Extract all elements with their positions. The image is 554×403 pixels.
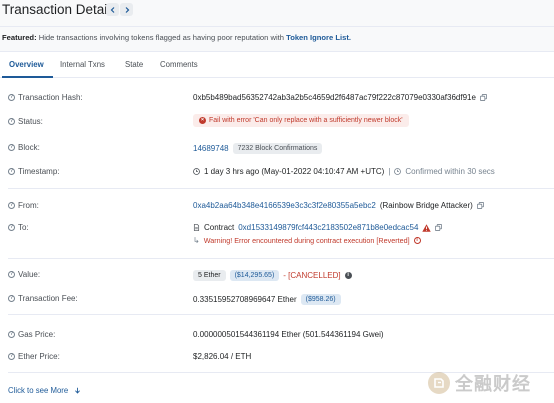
tx-hash-value: 0xb5b489bad56352742ab3a2b5c4659d2f6487ac… <box>193 93 476 102</box>
from-row: ? From: 0xa4b2aa64b348e4166539e3c3c3f2e8… <box>0 198 554 214</box>
contract-warning: Warning! Error encountered during contra… <box>203 236 410 245</box>
fee-row: ? Transaction Fee: 0.33515952708969647 E… <box>0 291 554 307</box>
tab-state[interactable]: State <box>125 60 143 69</box>
gas-price-label: Gas Price: <box>18 330 56 339</box>
fee-label: Transaction Fee: <box>18 294 78 303</box>
block-row: ? Block: 14689748 7232 Block Confirmatio… <box>0 140 554 156</box>
gas-price-row: ? Gas Price: 0.000000501544361194 Ether … <box>0 327 554 343</box>
help-icon[interactable]: ? <box>8 271 15 278</box>
section-divider <box>8 188 554 189</box>
timestamp-separator: | <box>388 167 391 176</box>
featured-banner: Featured: Hide transactions involving to… <box>2 33 351 42</box>
tab-bar: Overview Internal Txns State Comments <box>0 52 554 78</box>
timestamp-row: ? Timestamp: 1 day 3 hrs ago (May-01-202… <box>0 164 554 180</box>
help-icon[interactable]: ? <box>8 224 15 231</box>
featured-text: Hide transactions involving tokens flagg… <box>38 33 284 42</box>
value-usd-badge: ($14,295.65) <box>229 270 280 281</box>
ether-price-label: Ether Price: <box>18 352 60 361</box>
error-x-icon: × <box>199 117 206 124</box>
from-label: From: <box>18 201 39 210</box>
timestamp-label: Timestamp: <box>18 167 60 176</box>
block-confirmations-badge: 7232 Block Confirmations <box>232 143 323 154</box>
help-icon[interactable]: ? <box>8 202 15 209</box>
watermark-logo-icon <box>434 378 444 388</box>
copy-icon[interactable] <box>476 202 484 209</box>
warning-arrow-icon: ↳ <box>193 236 200 245</box>
to-label: To: <box>18 223 29 232</box>
confirmed-clock-icon <box>394 168 402 175</box>
block-label: Block: <box>18 143 40 152</box>
arrow-down-icon <box>75 387 81 394</box>
chevron-right-icon <box>125 6 129 13</box>
copy-icon[interactable] <box>435 224 443 231</box>
contract-file-icon <box>193 224 200 231</box>
section-divider <box>8 258 554 259</box>
clock-icon <box>193 168 200 175</box>
warning-info-icon: i <box>413 237 421 244</box>
watermark: 全融财经 <box>428 370 531 396</box>
value-label: Value: <box>18 270 41 279</box>
watermark-logo <box>428 372 450 394</box>
fee-usd-badge: ($958.26) <box>300 294 341 305</box>
help-icon[interactable]: ? <box>8 94 15 101</box>
info-icon[interactable]: i <box>344 272 352 279</box>
tab-internal-txns[interactable]: Internal Txns <box>60 60 105 69</box>
fee-value: 0.33515952708969647 Ether <box>193 295 297 304</box>
help-icon[interactable]: ? <box>8 144 15 151</box>
tab-overview[interactable]: Overview <box>9 60 44 69</box>
header-divider <box>0 26 554 27</box>
timestamp-value: 1 day 3 hrs ago (May-01-2022 04:10:47 AM… <box>204 167 385 176</box>
warning-triangle-icon <box>422 223 432 232</box>
copy-icon[interactable] <box>479 94 487 101</box>
help-icon[interactable]: ? <box>8 353 15 360</box>
block-number-link[interactable]: 14689748 <box>193 144 229 153</box>
to-contract-link[interactable]: 0xd1533149879fcf443c2183502e871b8e0edcac… <box>238 223 418 232</box>
status-badge: × Fail with error 'Can only replace with… <box>193 114 409 127</box>
gas-price-value: 0.000000501544361194 Ether (501.54436119… <box>193 330 384 339</box>
status-value: Fail with error 'Can only replace with a… <box>209 117 403 124</box>
previous-transaction-button[interactable] <box>106 3 119 16</box>
help-icon[interactable]: ? <box>8 295 15 302</box>
status-label: Status: <box>18 117 43 126</box>
see-more-label: Click to see More <box>8 386 69 395</box>
tab-comments[interactable]: Comments <box>160 60 198 69</box>
next-transaction-button[interactable] <box>120 3 133 16</box>
ether-price-row: ? Ether Price: $2,826.04 / ETH <box>0 349 554 365</box>
chevron-left-icon <box>110 6 114 13</box>
confirmed-within: Confirmed within 30 secs <box>405 167 495 176</box>
ether-price-value: $2,826.04 / ETH <box>193 352 252 361</box>
active-tab-indicator <box>2 76 53 78</box>
status-row: ? Status: × Fail with error 'Can only re… <box>0 114 554 130</box>
click-to-see-more-link[interactable]: Click to see More <box>8 386 81 395</box>
from-address-link[interactable]: 0xa4b2aa64b348e4166539e3c3c3f2e80355a5eb… <box>193 201 376 210</box>
help-icon[interactable]: ? <box>8 331 15 338</box>
featured-prefix: Featured: <box>2 33 37 42</box>
from-address-tag: (Rainbow Bridge Attacker) <box>379 201 473 210</box>
tx-hash-label: Transaction Hash: <box>18 93 83 102</box>
page-header: Transaction Details <box>0 0 554 22</box>
page-title: Transaction Details <box>2 2 118 17</box>
value-ether-badge: 5 Ether <box>193 270 226 281</box>
transaction-card: Overview Internal Txns State Comments ? … <box>0 51 554 403</box>
to-row: ? To: Contract 0xd1533149879fcf443c21835… <box>0 220 554 248</box>
tx-hash-row: ? Transaction Hash: 0xb5b489bad56352742a… <box>0 90 554 106</box>
to-contract-prefix: Contract <box>204 223 235 232</box>
section-divider <box>8 314 554 315</box>
help-icon[interactable]: ? <box>8 118 15 125</box>
value-cancelled: - [CANCELLED] <box>283 271 341 280</box>
token-ignore-list-link[interactable]: Token Ignore List. <box>286 33 351 42</box>
watermark-text: 全融财经 <box>455 374 531 394</box>
help-icon[interactable]: ? <box>8 168 15 175</box>
value-row: ? Value: 5 Ether ($14,295.65) - [CANCELL… <box>0 267 554 283</box>
